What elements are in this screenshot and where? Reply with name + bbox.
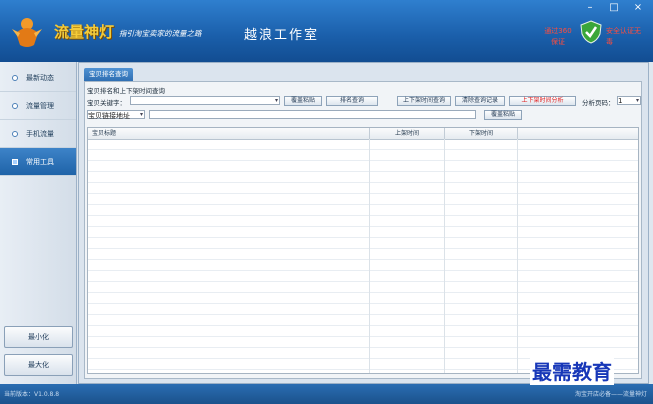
- security-badge-right: 安全认证无毒: [606, 27, 641, 46]
- studio-name: 越浪工作室: [244, 28, 320, 43]
- link-type-value: 宝贝链接地址: [88, 112, 130, 120]
- sidebar: 最新动态 流量管理 手机流量 常用工具 最小化 最大化: [0, 62, 77, 384]
- sidebar-item-label: 常用工具: [26, 157, 54, 166]
- sidebar-item-latest-news[interactable]: 最新动态: [0, 64, 76, 92]
- keyword-label: 宝贝关键字：: [87, 99, 126, 107]
- window-close-button[interactable]: ×: [627, 2, 649, 14]
- paste-button-2[interactable]: 覆盖粘贴: [484, 110, 522, 120]
- column-divider: [369, 139, 370, 373]
- chevron-down-icon: ▾: [139, 111, 143, 118]
- app-header: 流量神灯 指引淘宝卖家的流量之路 越浪工作室 通过360保证 安全认证无毒 – …: [0, 0, 653, 62]
- sidebar-item-label: 最新动态: [26, 73, 54, 82]
- sidebar-item-traffic-management[interactable]: 流量管理: [0, 92, 76, 120]
- bullet-icon: [12, 74, 18, 81]
- results-table[interactable]: 宝贝标题 上架时间 下架时间: [87, 127, 639, 374]
- genie-logo-icon: [12, 18, 42, 47]
- page-label: 分析页码：: [582, 99, 615, 107]
- link-type-select[interactable]: 宝贝链接地址 ▾: [87, 110, 145, 120]
- table-header: 宝贝标题 上架时间 下架时间: [88, 128, 638, 140]
- chevron-down-icon: ▾: [274, 97, 278, 104]
- watermark-text: 最需教育: [530, 356, 614, 385]
- minimize-button[interactable]: 最小化: [4, 326, 73, 348]
- page-value: 1: [618, 97, 623, 105]
- column-header-blank: [518, 128, 638, 139]
- column-header-on-shelf-time[interactable]: 上架时间: [370, 128, 445, 139]
- app-slogan: 指引淘宝卖家的流量之路: [119, 29, 202, 38]
- security-badge-left: 通过360保证: [544, 27, 572, 46]
- page-select[interactable]: 1 ▾: [617, 96, 641, 105]
- window-maximize-button[interactable]: □: [603, 2, 625, 14]
- sidebar-item-common-tools[interactable]: 常用工具: [0, 148, 76, 176]
- column-header-title[interactable]: 宝贝标题: [88, 128, 370, 139]
- app-title: 流量神灯: [54, 23, 115, 41]
- column-divider: [517, 139, 518, 373]
- status-bar: 当前版本：V1.0.8.8 淘宝开店必备——流量神灯: [0, 384, 653, 404]
- clear-history-button[interactable]: 清除查询记录: [455, 96, 505, 106]
- link-input[interactable]: [149, 110, 476, 119]
- column-header-off-shelf-time[interactable]: 下架时间: [445, 128, 518, 139]
- window-minimize-button[interactable]: –: [579, 2, 601, 14]
- bullet-icon: [12, 158, 18, 165]
- shelf-time-query-button[interactable]: 上下架时间查询: [397, 96, 451, 106]
- section-title: 宝贝排名和上下架时间查询: [87, 87, 165, 95]
- sidebar-item-mobile-traffic[interactable]: 手机流量: [0, 120, 76, 148]
- status-right-text: 淘宝开店必备——流量神灯: [574, 391, 647, 398]
- sidebar-item-label: 手机流量: [26, 129, 54, 138]
- shelf-time-analysis-button[interactable]: 上下架时间分析: [509, 96, 576, 106]
- sidebar-item-label: 流量管理: [26, 101, 54, 110]
- rank-query-panel: 宝贝排名和上下架时间查询 宝贝关键字： ▾ 覆盖粘贴 排名查询 上下架时间查询 …: [84, 81, 642, 379]
- maximize-button[interactable]: 最大化: [4, 354, 73, 376]
- paste-button[interactable]: 覆盖粘贴: [284, 96, 322, 106]
- rank-query-button[interactable]: 排名查询: [326, 96, 378, 106]
- keyword-combo[interactable]: ▾: [130, 96, 280, 105]
- main-content: 宝贝排名查询 宝贝排名和上下架时间查询 宝贝关键字： ▾ 覆盖粘贴 排名查询 上…: [78, 62, 649, 384]
- shield-check-icon: [580, 20, 602, 44]
- version-text: 当前版本：V1.0.8.8: [4, 391, 60, 398]
- chevron-down-icon: ▾: [635, 97, 639, 104]
- bullet-icon: [12, 102, 18, 109]
- tab-item-rank-query[interactable]: 宝贝排名查询: [84, 68, 133, 81]
- bullet-icon: [12, 130, 18, 137]
- column-divider: [444, 139, 445, 373]
